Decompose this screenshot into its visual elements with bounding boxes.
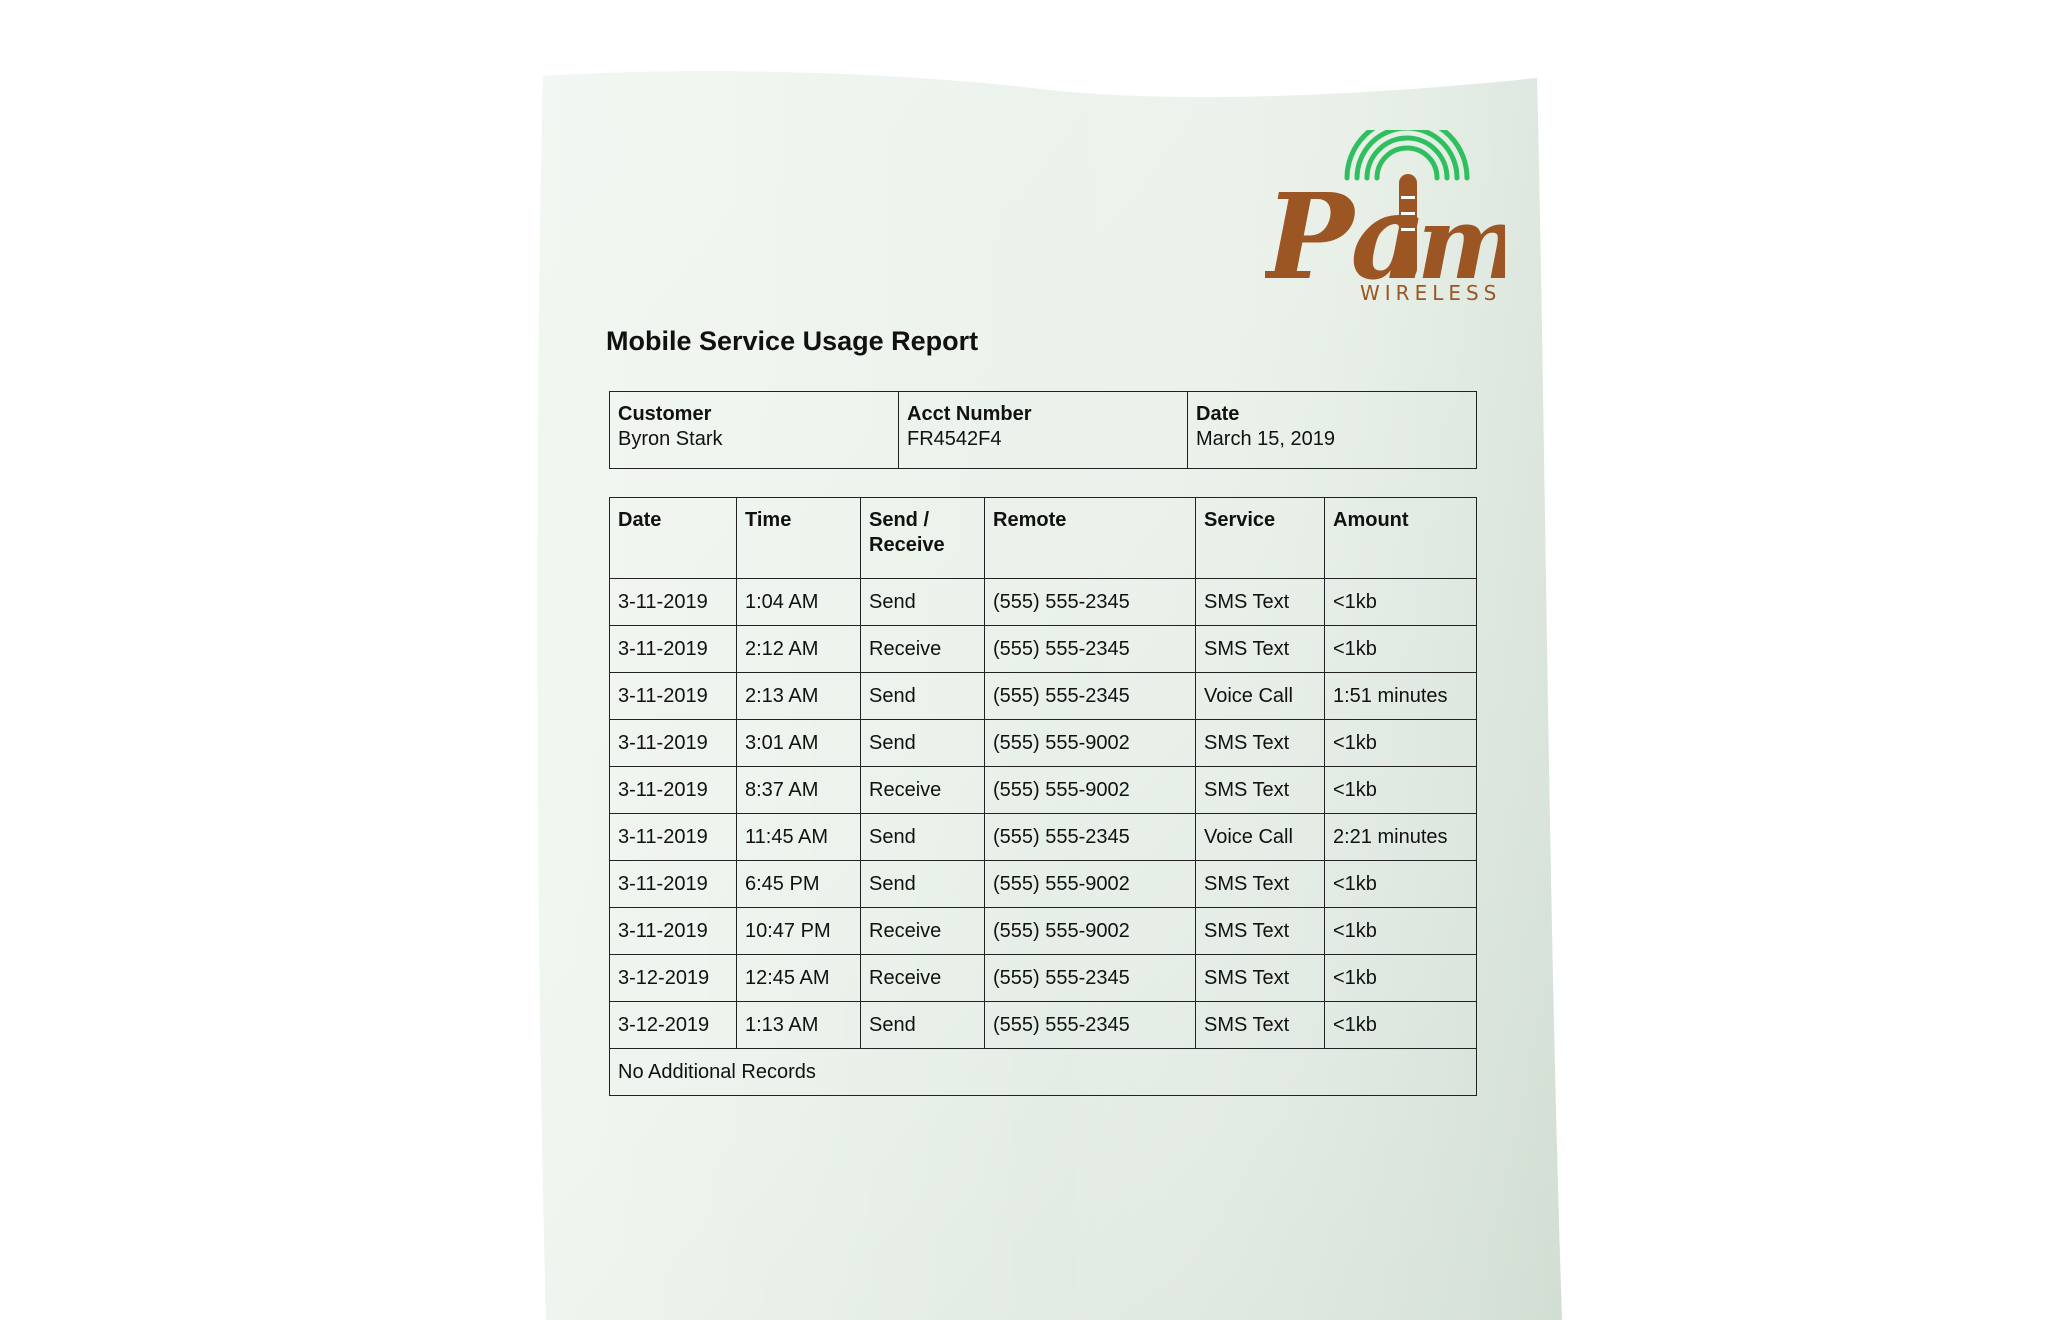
remote-number-cell: (555) 555-9002 bbox=[984, 766, 1196, 814]
table-row: 3-11-2019 6:45 PM Send (555) 555-9002 SMS Te… bbox=[609, 860, 1477, 908]
service-cell: SMS Text bbox=[1195, 860, 1325, 908]
column-header-time: Time bbox=[736, 497, 861, 579]
table-row: 3-11-2019 11:45 AM Send (555) 555-2345 Voice… bbox=[609, 813, 1477, 861]
column-header-amount: Amount bbox=[1324, 497, 1477, 579]
service-cell: SMS Text bbox=[1195, 766, 1325, 814]
service-cell: SMS Text bbox=[1195, 907, 1325, 955]
column-header-send-receive: Send / Receive bbox=[860, 497, 985, 579]
direction-cell: Send bbox=[860, 672, 985, 720]
date-cell: 3-11-2019 bbox=[609, 719, 737, 767]
amount-cell: <1kb bbox=[1324, 1001, 1477, 1049]
date-cell: 3-12-2019 bbox=[609, 1001, 737, 1049]
table-row: 3-11-2019 10:47 PM Receive (555) 555-9002 SM… bbox=[609, 907, 1477, 955]
table-row: 3-11-2019 3:01 AM Send (555) 555-9002 SMS Te… bbox=[609, 719, 1477, 767]
table-row: 3-12-2019 12:45 AM Receive (555) 555-2345 SM… bbox=[609, 954, 1477, 1002]
time-cell: 1:13 AM bbox=[736, 1001, 861, 1049]
date-cell: 3-11-2019 bbox=[609, 578, 737, 626]
remote-number-cell: (555) 555-2345 bbox=[984, 672, 1196, 720]
time-cell: 6:45 PM bbox=[736, 860, 861, 908]
time-cell: 8:37 AM bbox=[736, 766, 861, 814]
account-info-table: Customer Byron Stark Acct Number FR4542F… bbox=[609, 391, 1477, 469]
customer-cell: Customer Byron Stark bbox=[609, 391, 899, 469]
remote-number-cell: (555) 555-9002 bbox=[984, 860, 1196, 908]
table-row: 3-11-2019 1:04 AM Send (555) 555-2345 SMS Te… bbox=[609, 578, 1477, 626]
column-header-remote: Remote bbox=[984, 497, 1196, 579]
time-cell: 2:13 AM bbox=[736, 672, 861, 720]
amount-cell: <1kb bbox=[1324, 719, 1477, 767]
direction-cell: Send bbox=[860, 719, 985, 767]
remote-number-cell: (555) 555-9002 bbox=[984, 907, 1196, 955]
table-row: 3-11-2019 2:13 AM Send (555) 555-2345 Voice … bbox=[609, 672, 1477, 720]
time-cell: 2:12 AM bbox=[736, 625, 861, 673]
service-cell: SMS Text bbox=[1195, 954, 1325, 1002]
amount-cell: <1kb bbox=[1324, 625, 1477, 673]
report-date-cell: Date March 15, 2019 bbox=[1187, 391, 1477, 469]
remote-number-cell: (555) 555-2345 bbox=[984, 813, 1196, 861]
service-cell: SMS Text bbox=[1195, 719, 1325, 767]
date-cell: 3-11-2019 bbox=[609, 672, 737, 720]
service-cell: SMS Text bbox=[1195, 625, 1325, 673]
amount-cell: <1kb bbox=[1324, 907, 1477, 955]
amount-cell: 2:21 minutes bbox=[1324, 813, 1477, 861]
customer-value: Byron Stark bbox=[618, 428, 723, 450]
remote-number-cell: (555) 555-2345 bbox=[984, 578, 1196, 626]
logo-subtitle: WIRELESS bbox=[1360, 281, 1501, 305]
table-row: 3-12-2019 1:13 AM Send (555) 555-2345 SMS Te… bbox=[609, 1001, 1477, 1049]
send-receive-header-text: Send / Receive bbox=[869, 509, 945, 556]
acct-number-value: FR4542F4 bbox=[907, 428, 1002, 450]
remote-number-cell: (555) 555-2345 bbox=[984, 1001, 1196, 1049]
service-cell: SMS Text bbox=[1195, 1001, 1325, 1049]
no-additional-records-note: No Additional Records bbox=[609, 1048, 1477, 1096]
time-cell: 3:01 AM bbox=[736, 719, 861, 767]
date-cell: 3-11-2019 bbox=[609, 625, 737, 673]
remote-number-cell: (555) 555-2345 bbox=[984, 625, 1196, 673]
service-cell: Voice Call bbox=[1195, 813, 1325, 861]
palm-wireless-logo: Pa m WIRELESS bbox=[1262, 115, 1523, 306]
service-cell: Voice Call bbox=[1195, 672, 1325, 720]
time-cell: 11:45 AM bbox=[736, 813, 861, 861]
remote-number-cell: (555) 555-9002 bbox=[984, 719, 1196, 767]
direction-cell: Receive bbox=[860, 907, 985, 955]
amount-cell: <1kb bbox=[1324, 766, 1477, 814]
document-page: Pa m WIRELESS Mobile Service Usage Repor… bbox=[0, 0, 2048, 1320]
remote-number-cell: (555) 555-2345 bbox=[984, 954, 1196, 1002]
acct-number-label: Acct Number bbox=[907, 403, 1032, 425]
time-cell: 1:04 AM bbox=[736, 578, 861, 626]
usage-table: Date Time Send / Receive Remote Service A… bbox=[609, 497, 1477, 1096]
time-cell: 10:47 PM bbox=[736, 907, 861, 955]
account-info-row: Customer Byron Stark Acct Number FR4542F… bbox=[609, 391, 1477, 469]
date-cell: 3-11-2019 bbox=[609, 907, 737, 955]
usage-header-row: Date Time Send / Receive Remote Service A… bbox=[609, 497, 1477, 579]
table-footer-row: No Additional Records bbox=[609, 1048, 1477, 1096]
date-cell: 3-12-2019 bbox=[609, 954, 737, 1002]
page-title: Mobile Service Usage Report bbox=[606, 326, 979, 356]
table-row: 3-11-2019 2:12 AM Receive (555) 555-2345 SMS… bbox=[609, 625, 1477, 673]
table-row: 3-11-2019 8:37 AM Receive (555) 555-9002 SMS… bbox=[609, 766, 1477, 814]
usage-table-body: 3-11-2019 1:04 AM Send (555) 555-2345 SMS Te… bbox=[609, 578, 1477, 1096]
amount-cell: <1kb bbox=[1324, 860, 1477, 908]
report-date-value: March 15, 2019 bbox=[1196, 428, 1335, 450]
column-header-service: Service bbox=[1195, 497, 1325, 579]
palm-logo-icon: Pa m WIRELESS bbox=[1262, 115, 1523, 306]
customer-label: Customer bbox=[618, 403, 712, 425]
direction-cell: Send bbox=[860, 813, 985, 861]
acct-number-cell: Acct Number FR4542F4 bbox=[898, 391, 1188, 469]
direction-cell: Receive bbox=[860, 766, 985, 814]
date-cell: 3-11-2019 bbox=[609, 766, 737, 814]
date-cell: 3-11-2019 bbox=[609, 813, 737, 861]
amount-cell: <1kb bbox=[1324, 578, 1477, 626]
service-cell: SMS Text bbox=[1195, 578, 1325, 626]
amount-cell: 1:51 minutes bbox=[1324, 672, 1477, 720]
time-cell: 12:45 AM bbox=[736, 954, 861, 1002]
direction-cell: Receive bbox=[860, 954, 985, 1002]
amount-cell: <1kb bbox=[1324, 954, 1477, 1002]
date-cell: 3-11-2019 bbox=[609, 860, 737, 908]
direction-cell: Send bbox=[860, 860, 985, 908]
direction-cell: Send bbox=[860, 1001, 985, 1049]
column-header-date: Date bbox=[609, 497, 737, 579]
report-date-label: Date bbox=[1196, 403, 1240, 425]
direction-cell: Receive bbox=[860, 625, 985, 673]
direction-cell: Send bbox=[860, 578, 985, 626]
